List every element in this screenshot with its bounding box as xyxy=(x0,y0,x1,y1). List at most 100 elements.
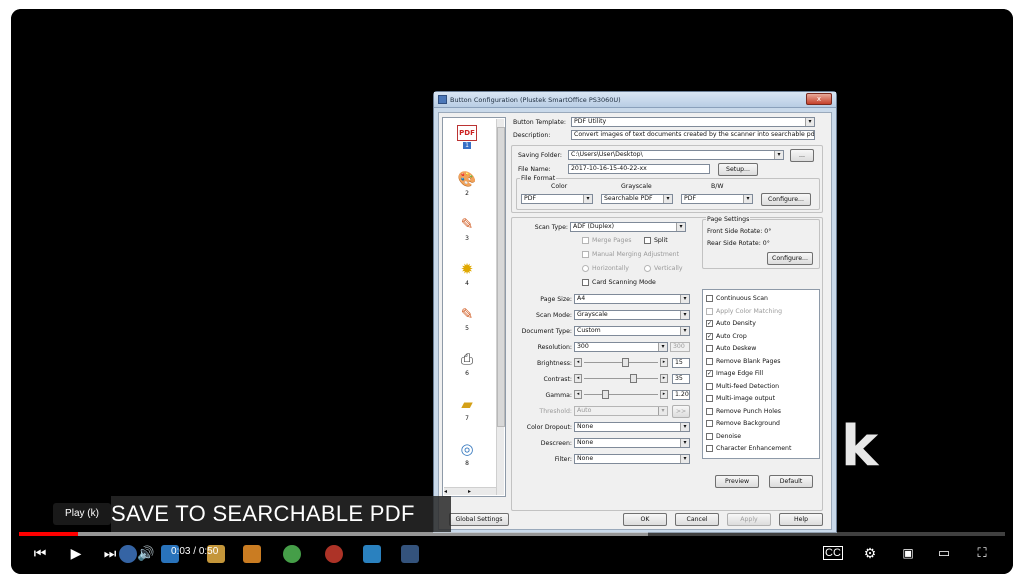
option-checkbox[interactable] xyxy=(706,307,713,315)
option-checkbox[interactable]: ✓ xyxy=(706,320,713,327)
button-list-scrollbar[interactable] xyxy=(496,119,505,495)
card-scanning-checkbox[interactable] xyxy=(582,279,589,286)
option-checkbox[interactable] xyxy=(706,445,713,452)
setup-button[interactable]: Setup... xyxy=(718,163,758,176)
split-checkbox[interactable] xyxy=(644,237,651,244)
slider-left-arrow[interactable]: ◂ xyxy=(574,358,582,367)
video-player[interactable]: Button Configuration (Plustek SmartOffic… xyxy=(11,9,1013,574)
slider-right-arrow[interactable]: ▸ xyxy=(660,374,668,383)
contrast-value[interactable]: 35 xyxy=(672,374,690,384)
horizontally-radio[interactable] xyxy=(582,265,589,272)
color-dropout-select[interactable]: None xyxy=(574,422,690,432)
skip-previous-icon[interactable]: ⏮ xyxy=(29,542,51,564)
manual-merging-checkbox[interactable] xyxy=(582,251,589,258)
merge-pages-checkbox[interactable] xyxy=(582,237,589,244)
descreen-select[interactable]: None xyxy=(574,438,690,448)
saving-folder-select[interactable]: C:\Users\User\Desktop\ xyxy=(568,150,784,160)
help-button[interactable]: Help xyxy=(779,513,823,526)
option-checkbox[interactable] xyxy=(706,345,713,352)
scrollbar-thumb[interactable] xyxy=(497,127,505,427)
miniplayer-icon[interactable]: ▣ xyxy=(897,542,919,564)
grayscale-format-select[interactable]: Searchable PDF xyxy=(601,194,673,204)
cancel-button[interactable]: Cancel xyxy=(675,513,719,526)
ok-button[interactable]: OK xyxy=(623,513,667,526)
option-checkbox[interactable]: ✓ xyxy=(706,332,713,340)
description-field[interactable]: Convert images of text documents created… xyxy=(571,130,815,140)
dialog-client-area: PDF 1 🎨 2 ✎ 3 ✹ 4 ✎ 5 ⎙ 6 ▰ 7 ◎ 8 ◂ ▸ Bu… xyxy=(438,112,832,530)
slider-left-arrow[interactable]: ◂ xyxy=(574,390,582,399)
description-label: Description: xyxy=(513,132,551,139)
skip-next-icon[interactable]: ⏭ xyxy=(99,542,121,564)
option-checkbox[interactable] xyxy=(706,420,713,427)
button-list-item-4[interactable]: ✹ 4 xyxy=(447,257,487,299)
fullscreen-icon[interactable]: ⛶ xyxy=(971,542,993,564)
button-list-item-2[interactable]: 🎨 2 xyxy=(447,167,487,209)
option-checkbox[interactable]: ✓ xyxy=(706,370,713,377)
gamma-slider[interactable]: ◂ ▸ xyxy=(574,390,670,399)
file-format-label: File Format xyxy=(520,175,557,182)
scan-to-app-icon: ✎ xyxy=(460,305,474,323)
color-format-select[interactable]: PDF xyxy=(521,194,593,204)
folder-icon: ▰ xyxy=(461,395,473,413)
bw-format-select[interactable]: PDF xyxy=(681,194,753,204)
button-list-item-6[interactable]: ⎙ 6 xyxy=(447,347,487,389)
slider-track[interactable] xyxy=(584,362,658,363)
threshold-select[interactable]: Auto xyxy=(574,406,668,416)
scan-mode-select[interactable]: Grayscale xyxy=(574,310,690,320)
option-label: Auto Deskew xyxy=(716,345,757,352)
scanner-button-list[interactable]: PDF 1 🎨 2 ✎ 3 ✹ 4 ✎ 5 ⎙ 6 ▰ 7 ◎ 8 ◂ ▸ xyxy=(442,117,506,497)
video-frame[interactable]: Button Configuration (Plustek SmartOffic… xyxy=(11,9,1013,574)
slider-track[interactable] xyxy=(584,394,658,395)
button-list-item-5[interactable]: ✎ 5 xyxy=(447,302,487,344)
browse-folder-button[interactable]: ... xyxy=(790,149,814,162)
global-settings-button[interactable]: Global Settings xyxy=(449,513,509,526)
option-checkbox[interactable] xyxy=(706,395,713,402)
slider-knob[interactable] xyxy=(602,390,609,399)
document-type-select[interactable]: Custom xyxy=(574,326,690,336)
theater-mode-icon[interactable]: ▭ xyxy=(933,542,955,564)
slider-knob[interactable] xyxy=(622,358,629,367)
button-template-select[interactable]: PDF Utility xyxy=(571,117,815,127)
brightness-value[interactable]: 15 xyxy=(672,358,690,368)
total-time: 0:50 xyxy=(198,546,219,557)
saving-folder-label: Saving Folder: xyxy=(518,152,563,159)
button-list-item-1[interactable]: PDF 1 xyxy=(447,122,487,164)
option-checkbox[interactable] xyxy=(706,407,713,415)
file-name-field[interactable]: 2017-10-16-15-40-22-xx xyxy=(568,164,710,174)
resolution-select[interactable]: 300 xyxy=(574,342,668,352)
button-list-item-7[interactable]: ▰ 7 xyxy=(447,392,487,434)
option-label: Character Enhancement xyxy=(716,445,792,452)
slider-right-arrow[interactable]: ▸ xyxy=(660,390,668,399)
scan-type-select[interactable]: ADF (Duplex) xyxy=(570,222,686,232)
gear-icon[interactable]: ⚙ xyxy=(859,542,881,564)
brightness-slider[interactable]: ◂ ▸ xyxy=(574,358,670,367)
apply-button[interactable]: Apply xyxy=(727,513,771,526)
slider-right-arrow[interactable]: ▸ xyxy=(660,358,668,367)
gamma-value[interactable]: 1.20 xyxy=(672,390,690,400)
option-checkbox[interactable] xyxy=(706,295,713,302)
window-close-button[interactable]: x xyxy=(806,93,832,105)
format-configure-button[interactable]: Configure... xyxy=(761,193,811,206)
button-list-item-3[interactable]: ✎ 3 xyxy=(447,212,487,254)
contrast-slider[interactable]: ◂ ▸ xyxy=(574,374,670,383)
threshold-advanced-button[interactable]: >> xyxy=(672,405,690,418)
slider-left-arrow[interactable]: ◂ xyxy=(574,374,582,383)
subtitles-icon[interactable]: CC xyxy=(823,546,843,560)
button-list-item-8[interactable]: ◎ 8 xyxy=(447,437,487,479)
filter-select[interactable]: None xyxy=(574,454,690,464)
page-size-select[interactable]: A4 xyxy=(574,294,690,304)
button-list-hscrollbar[interactable]: ◂ ▸ xyxy=(444,487,496,495)
option-checkbox[interactable] xyxy=(706,357,713,365)
front-side-rotate: Front Side Rotate: 0° xyxy=(707,228,772,235)
option-checkbox[interactable] xyxy=(706,382,713,390)
vertically-radio[interactable] xyxy=(644,265,651,272)
volume-icon[interactable]: 🔊 xyxy=(135,542,157,564)
slider-knob[interactable] xyxy=(630,374,637,383)
play-icon[interactable]: ▶ xyxy=(65,542,87,564)
slider-track[interactable] xyxy=(584,378,658,379)
option-checkbox[interactable] xyxy=(706,432,713,440)
preview-button[interactable]: Preview xyxy=(715,475,759,488)
default-button[interactable]: Default xyxy=(769,475,813,488)
video-progress-bar[interactable] xyxy=(19,532,1005,536)
page-configure-button[interactable]: Configure... xyxy=(767,252,813,265)
